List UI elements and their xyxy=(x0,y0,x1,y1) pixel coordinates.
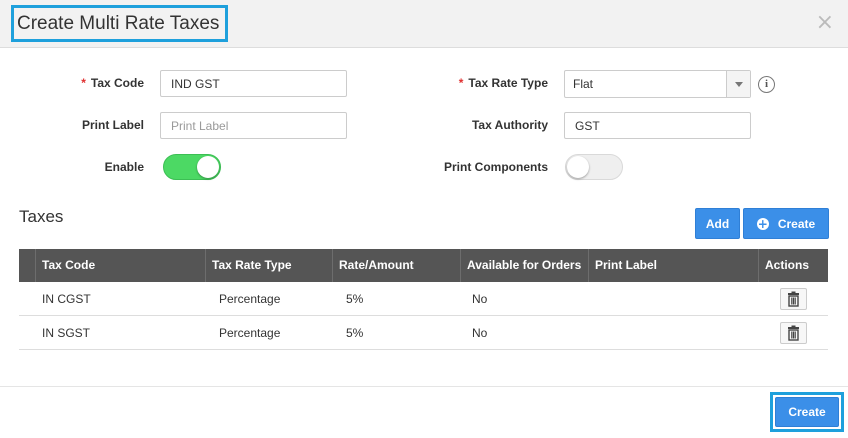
column-header-actions: Actions xyxy=(758,249,828,282)
column-header-tax-rate-type[interactable]: Tax Rate Type xyxy=(205,249,333,282)
table-header: Tax Code Tax Rate Type Rate/Amount Avail… xyxy=(19,249,828,282)
tax-authority-input[interactable] xyxy=(564,112,751,139)
print-label-input[interactable] xyxy=(160,112,347,139)
footer-create-highlight: Create xyxy=(770,392,844,432)
delete-row-button[interactable] xyxy=(780,288,807,310)
plus-circle-icon: + xyxy=(756,216,769,231)
tax-rate-type-label: * Tax Rate Type xyxy=(458,76,548,90)
close-icon[interactable]: × xyxy=(816,12,834,34)
cell-rate-amount: 5% xyxy=(346,326,364,340)
tax-rate-type-value: Flat xyxy=(573,77,594,91)
enable-toggle[interactable] xyxy=(163,154,221,180)
tax-code-label: * Tax Code xyxy=(81,76,144,90)
cell-available-for-orders: No xyxy=(472,292,488,306)
dialog-header: Create Multi Rate Taxes × xyxy=(0,0,848,48)
create-tax-button[interactable]: + Create xyxy=(743,208,829,239)
print-components-label: Print Components xyxy=(444,160,548,174)
required-mark: * xyxy=(81,76,86,90)
info-icon[interactable]: i xyxy=(758,76,775,93)
column-header-print-label[interactable]: Print Label xyxy=(588,249,759,282)
delete-row-button[interactable] xyxy=(780,322,807,344)
trash-icon xyxy=(788,291,799,307)
cell-rate-amount: 5% xyxy=(346,292,364,306)
tax-rate-type-select[interactable]: Flat xyxy=(564,70,751,98)
toggle-knob xyxy=(567,156,589,178)
print-label-label: Print Label xyxy=(81,118,144,132)
create-tax-label: Create xyxy=(777,216,816,231)
cell-tax-code: IN CGST xyxy=(42,292,91,306)
cell-tax-code: IN SGST xyxy=(42,326,91,340)
table-row[interactable]: IN SGST Percentage 5% No xyxy=(19,316,828,350)
table-row[interactable]: IN CGST Percentage 5% No xyxy=(19,282,828,316)
cell-tax-rate-type: Percentage xyxy=(219,292,281,306)
taxes-table: Tax Code Tax Rate Type Rate/Amount Avail… xyxy=(19,249,828,350)
cell-available-for-orders: No xyxy=(472,326,488,340)
create-button[interactable]: Create xyxy=(775,397,839,427)
tax-code-input[interactable] xyxy=(160,70,347,97)
taxes-section-title: Taxes xyxy=(19,207,64,226)
trash-icon xyxy=(788,325,799,341)
cell-tax-rate-type: Percentage xyxy=(219,326,281,340)
column-header-rate-amount[interactable]: Rate/Amount xyxy=(332,249,461,282)
column-header-available-for-orders[interactable]: Available for Orders xyxy=(460,249,589,282)
required-mark: * xyxy=(458,76,464,90)
toggle-knob xyxy=(197,156,219,178)
enable-label: Enable xyxy=(104,160,144,174)
add-tax-button[interactable]: Add xyxy=(695,208,740,239)
dialog-title: Create Multi Rate Taxes xyxy=(11,5,229,42)
tax-authority-label: Tax Authority xyxy=(471,118,548,132)
chevron-down-icon xyxy=(726,71,750,97)
dialog-footer xyxy=(0,386,848,438)
print-components-toggle[interactable] xyxy=(565,154,623,180)
column-header-tax-code[interactable]: Tax Code xyxy=(35,249,205,282)
